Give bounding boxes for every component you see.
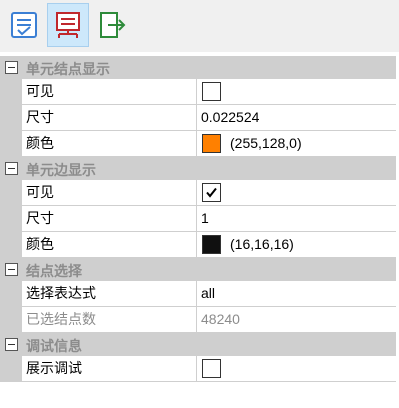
property-row: 尺寸 0.022524 — [0, 105, 396, 131]
section-title: 结点选择 — [26, 263, 82, 279]
row-gutter — [0, 281, 22, 307]
visible-checkbox[interactable] — [202, 183, 221, 202]
property-value[interactable] — [197, 79, 396, 105]
row-gutter — [0, 232, 22, 258]
property-row: 颜色 (16,16,16) — [0, 232, 396, 258]
collapse-icon[interactable] — [5, 162, 18, 175]
property-value[interactable]: 0.022524 — [197, 105, 396, 131]
row-gutter — [0, 79, 22, 105]
collapse-icon[interactable] — [5, 61, 18, 74]
property-name: 选择表达式 — [22, 281, 197, 307]
row-gutter — [0, 206, 22, 232]
property-row: 展示调试 — [0, 356, 396, 382]
property-name: 尺寸 — [22, 206, 197, 232]
property-value[interactable]: 48240 — [197, 307, 396, 333]
checklist-icon — [9, 10, 39, 40]
property-value[interactable] — [197, 180, 396, 206]
property-grid: 单元结点显示 可见 尺寸 0.022524 颜色 (255,128,0) 单元边显示 可见 尺寸… — [0, 56, 396, 382]
property-value[interactable]: 1 — [197, 206, 396, 232]
export-icon — [97, 10, 127, 40]
property-row: 颜色 (255,128,0) — [0, 131, 396, 157]
row-gutter — [0, 180, 22, 206]
property-row: 可见 — [0, 79, 396, 105]
property-name: 展示调试 — [22, 356, 197, 382]
section-header[interactable]: 单元边显示 — [0, 157, 396, 180]
property-row: 已选结点数 48240 — [0, 307, 396, 333]
section-header[interactable]: 结点选择 — [0, 258, 396, 281]
section-header[interactable]: 单元结点显示 — [0, 56, 396, 79]
check-icon — [206, 187, 217, 198]
export-button[interactable] — [91, 3, 133, 47]
property-value[interactable]: (255,128,0) — [197, 131, 396, 157]
collapse-icon[interactable] — [5, 338, 18, 351]
checklist-button[interactable] — [3, 3, 45, 47]
property-name: 颜色 — [22, 131, 197, 157]
section-header[interactable]: 调试信息 — [0, 333, 396, 356]
property-value[interactable] — [197, 356, 396, 382]
row-gutter — [0, 356, 22, 382]
property-value[interactable]: all — [197, 281, 396, 307]
toolbar — [0, 0, 399, 52]
color-value: (16,16,16) — [230, 236, 294, 252]
row-gutter — [0, 105, 22, 131]
color-swatch[interactable] — [202, 134, 221, 153]
visible-checkbox[interactable] — [202, 359, 221, 378]
property-name: 已选结点数 — [22, 307, 197, 333]
color-swatch[interactable] — [202, 235, 221, 254]
color-value: (255,128,0) — [230, 135, 302, 151]
property-value[interactable]: (16,16,16) — [197, 232, 396, 258]
property-name: 尺寸 — [22, 105, 197, 131]
section-title: 单元结点显示 — [26, 61, 110, 77]
property-name: 可见 — [22, 79, 197, 105]
property-name: 颜色 — [22, 232, 197, 258]
row-gutter — [0, 307, 22, 333]
visible-checkbox[interactable] — [202, 82, 221, 101]
node-tree-icon — [53, 10, 83, 40]
property-name: 可见 — [22, 180, 197, 206]
row-gutter — [0, 131, 22, 157]
property-row: 尺寸 1 — [0, 206, 396, 232]
section-title: 调试信息 — [26, 338, 82, 354]
property-row: 可见 — [0, 180, 396, 206]
property-row: 选择表达式 all — [0, 281, 396, 307]
node-tree-button[interactable] — [47, 3, 89, 47]
section-title: 单元边显示 — [26, 162, 96, 178]
collapse-icon[interactable] — [5, 263, 18, 276]
